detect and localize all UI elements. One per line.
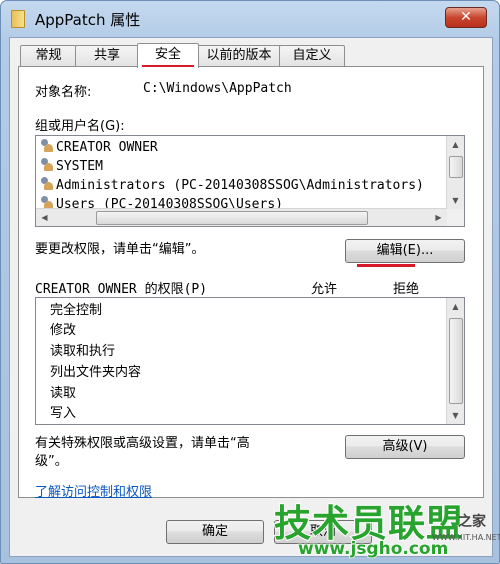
edit-hint: 要更改权限，请单击“编辑”。 <box>35 242 205 257</box>
edit-button[interactable]: 编辑(E)... <box>345 239 465 263</box>
advanced-hint-line2: 级”。 <box>35 454 68 469</box>
groups-listbox[interactable]: CREATOR OWNER SYSTEM Administrators (PC-… <box>35 135 465 227</box>
groups-horizontal-scrollbar[interactable]: ◀ ▶ <box>36 208 447 226</box>
tab-general[interactable]: 常规 <box>20 45 77 66</box>
edit-highlight-mark <box>357 264 415 267</box>
folder-icon <box>11 10 25 28</box>
tab-security-label: 安全 <box>154 47 181 62</box>
permissions-vertical-scrollbar[interactable]: ▲ ▼ <box>446 298 464 424</box>
permission-row: 写入 <box>50 406 77 421</box>
advanced-button[interactable]: 高级(V) <box>345 435 465 459</box>
scroll-down-icon[interactable]: ▼ <box>447 407 464 424</box>
tab-sharing[interactable]: 共享 <box>75 45 139 66</box>
watermark-url: www.jsgho.com <box>297 538 449 560</box>
list-item[interactable]: Administrators (PC-20140308SSOG\Administ… <box>40 176 424 195</box>
scroll-corner <box>447 209 464 226</box>
user-group-icon <box>40 177 54 191</box>
title-bar[interactable]: AppPatch 属性 ✕ <box>1 1 499 37</box>
watermark: 技术员联盟 之家 WWW.XIT.HA.NET www.jsgho.com <box>270 493 500 564</box>
scroll-thumb[interactable] <box>96 211 368 225</box>
scroll-up-icon[interactable]: ▲ <box>447 298 464 315</box>
learn-access-control-link[interactable]: 了解访问控制和权限 <box>35 481 152 500</box>
ok-button[interactable]: 确定 <box>166 520 264 544</box>
permission-row: 完全控制 <box>50 303 103 318</box>
scroll-up-icon[interactable]: ▲ <box>447 136 464 153</box>
permission-row: 读取和执行 <box>50 344 116 359</box>
advanced-hint-line1: 有关特殊权限或高级设置，请单击“高 <box>35 436 250 451</box>
list-item[interactable]: SYSTEM <box>40 157 103 176</box>
user-group-icon <box>40 139 54 153</box>
properties-window: AppPatch 属性 ✕ 常规 共享 安全 以前的版本 自定义 对象名称: C… <box>0 0 500 564</box>
close-button[interactable]: ✕ <box>445 7 487 28</box>
scroll-right-icon[interactable]: ▶ <box>430 209 447 226</box>
close-icon: ✕ <box>460 9 472 25</box>
permissions-list[interactable]: 完全控制 修改 读取和执行 列出文件夹内容 读取 写入 ▲ ▼ <box>35 297 465 425</box>
dialog-client: 常规 共享 安全 以前的版本 自定义 对象名称: C:\Windows\AppP… <box>9 37 493 557</box>
permission-row: 读取 <box>50 386 77 401</box>
scroll-thumb[interactable] <box>449 318 463 404</box>
tab-previous-versions[interactable]: 以前的版本 <box>197 45 281 66</box>
permission-row: 列出文件夹内容 <box>50 365 142 380</box>
object-name-label: 对象名称: <box>35 85 92 100</box>
window-title: AppPatch 属性 <box>35 11 141 29</box>
list-item[interactable]: CREATOR OWNER <box>40 138 158 157</box>
tab-highlight-mark <box>142 65 194 67</box>
tab-security[interactable]: 安全 <box>137 43 199 68</box>
security-panel: 对象名称: C:\Windows\AppPatch 组或用户名(G): CREA… <box>18 66 484 500</box>
deny-column-header: 拒绝 <box>393 282 420 297</box>
allow-column-header: 允许 <box>311 282 338 297</box>
groups-label: 组或用户名(G): <box>35 119 125 134</box>
permission-row: 修改 <box>50 323 77 338</box>
scroll-down-icon[interactable]: ▼ <box>447 192 464 209</box>
groups-vertical-scrollbar[interactable]: ▲ ▼ <box>446 136 464 209</box>
object-name-value: C:\Windows\AppPatch <box>143 81 292 96</box>
tab-customize[interactable]: 自定义 <box>279 45 345 66</box>
scroll-thumb[interactable] <box>449 156 463 178</box>
scroll-left-icon[interactable]: ◀ <box>36 209 53 226</box>
watermark-side-text: 之家 <box>458 514 486 530</box>
permissions-header: CREATOR OWNER 的权限(P) <box>35 282 208 297</box>
user-group-icon <box>40 158 54 172</box>
